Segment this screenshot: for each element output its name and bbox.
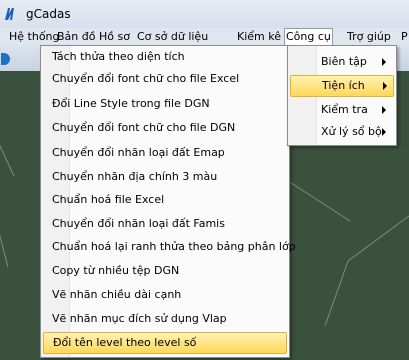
menu-ban-do[interactable]: Bản đồ	[56, 29, 96, 44]
submenu-item-label: Tiện ích	[322, 79, 365, 92]
submenu-item-xu-ly-so-bo[interactable]: Xử lý sổ bộ	[290, 121, 392, 143]
menu-item-label: Vẽ nhãn chiều dài cạnh	[52, 288, 182, 301]
cong-cu-submenu: Biên tập Tiện ích Kiểm tra Xử lý sổ bộ	[287, 45, 397, 146]
menu-ho-so[interactable]: Hồ sơ	[98, 29, 131, 44]
menu-bar: Hệ thống Bản đồ Hồ sơ Cơ sở dữ liệu Kiểm…	[0, 28, 409, 46]
menu-tro-giup[interactable]: Trợ giúp	[346, 29, 392, 44]
cong-cu-dropdown: Tách thửa theo diện tích Chuyển đổi font…	[40, 45, 296, 358]
chevron-right-icon	[383, 82, 387, 90]
submenu-item-label: Xử lý sổ bộ	[321, 125, 382, 138]
menu-item-label: Copy từ nhiều tệp DGN	[52, 264, 180, 277]
menu-item-font-excel[interactable]: Chuyển đổi font chữ cho file Excel	[43, 68, 285, 90]
app-logo-icon	[5, 8, 14, 20]
menu-item-label: Chuyển đổi font chữ cho file DGN	[52, 121, 236, 134]
menu-item-nhan-famis[interactable]: Chuyển đổi nhãn loại đất Famis	[43, 213, 285, 235]
chevron-right-icon	[382, 106, 386, 114]
chevron-right-icon	[382, 128, 386, 136]
menu-item-nhan-vlap[interactable]: Vẽ nhãn mục đích sử dụng Vlap	[43, 308, 285, 330]
chevron-right-icon	[382, 58, 386, 66]
menu-item-label: Vẽ nhãn mục đích sử dụng Vlap	[52, 312, 227, 325]
submenu-item-label: Biên tập	[321, 55, 367, 68]
menu-item-label: Chuyển đổi font chữ cho file Excel	[52, 72, 240, 85]
menu-item-nhan-chieu-dai[interactable]: Vẽ nhãn chiều dài cạnh	[43, 284, 285, 306]
menu-item-label: Chuyển nhãn địa chính 3 màu	[52, 170, 218, 183]
menu-item-copy-dgn[interactable]: Copy từ nhiều tệp DGN	[43, 260, 285, 282]
menu-overflow[interactable]: P	[400, 29, 409, 44]
menu-item-font-dgn[interactable]: Chuyển đổi font chữ cho file DGN	[43, 117, 285, 139]
menu-item-tach-thua[interactable]: Tách thửa theo diện tích	[43, 46, 285, 68]
menu-item-label: Chuyển đổi nhãn loại đất Emap	[52, 146, 225, 159]
menu-item-nhan-emap[interactable]: Chuyển đổi nhãn loại đất Emap	[43, 142, 285, 164]
submenu-item-tien-ich[interactable]: Tiện ích	[290, 75, 394, 97]
menu-kiem-ke[interactable]: Kiểm kê	[236, 29, 282, 44]
toolbar-button-icon[interactable]	[1, 53, 10, 65]
submenu-item-label: Kiểm tra	[321, 103, 368, 116]
menu-item-label: Tách thửa theo diện tích	[52, 50, 185, 63]
menu-item-label: Chuyển đổi nhãn loại đất Famis	[52, 217, 225, 230]
menu-item-nhan-3-mau[interactable]: Chuyển nhãn địa chính 3 màu	[43, 166, 285, 188]
menu-item-label: Đổi tên level theo level số	[53, 336, 197, 349]
submenu-item-kiem-tra[interactable]: Kiểm tra	[290, 99, 392, 121]
menu-item-label: Chuẩn hoá lại ranh thửa theo bảng phân l…	[52, 240, 296, 253]
submenu-item-bien-tap[interactable]: Biên tập	[290, 51, 392, 73]
menu-item-label: Đổi Line Style trong file DGN	[52, 97, 210, 110]
menu-item-doi-ten-level[interactable]: Đổi tên level theo level số	[43, 332, 287, 354]
menu-item-line-style[interactable]: Đổi Line Style trong file DGN	[43, 93, 285, 115]
menu-item-label: Chuẩn hoá file Excel	[52, 193, 165, 206]
menu-item-chuan-hoa-excel[interactable]: Chuẩn hoá file Excel	[43, 189, 285, 211]
title-bar: gCadas	[0, 0, 409, 28]
menu-co-so-du-lieu[interactable]: Cơ sở dữ liệu	[136, 29, 209, 44]
app-title: gCadas	[26, 7, 71, 21]
menu-cong-cu[interactable]: Công cụ	[284, 28, 333, 46]
menu-item-chuan-hoa-ranh-thua[interactable]: Chuẩn hoá lại ranh thửa theo bảng phân l…	[43, 236, 296, 258]
menu-he-thong[interactable]: Hệ thống	[8, 29, 61, 44]
